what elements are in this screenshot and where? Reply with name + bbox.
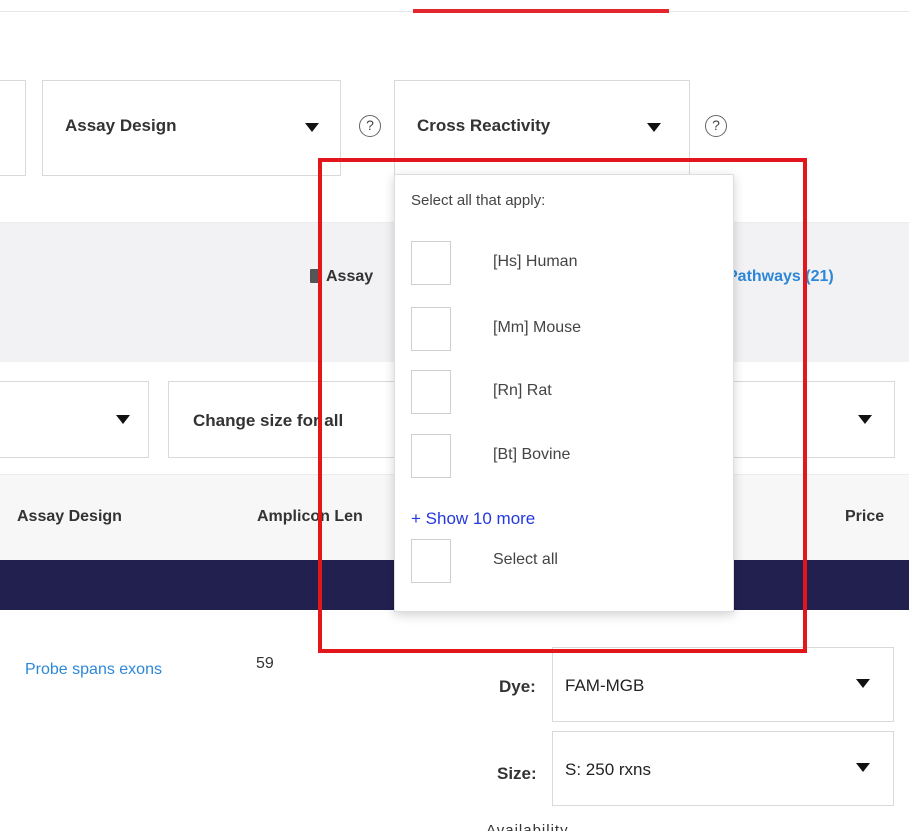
help-icon[interactable]: ? <box>359 115 381 137</box>
column-header-assay-design[interactable]: Assay Design <box>17 508 122 526</box>
chevron-down-icon <box>856 763 870 772</box>
dye-select[interactable]: FAM-MGB <box>552 647 894 722</box>
size-select-value: S: 250 rxns <box>565 760 651 779</box>
highlight-annotation <box>318 158 807 653</box>
dye-select-value: FAM-MGB <box>565 676 645 695</box>
availability-text: Availability <box>486 822 569 831</box>
sort-select[interactable] <box>0 381 149 458</box>
dye-label: Dye: <box>499 677 536 696</box>
column-header-price[interactable]: Price <box>845 508 884 526</box>
help-icon[interactable]: ? <box>705 115 727 137</box>
assay-design-filter[interactable]: Assay Design <box>42 80 341 176</box>
assay-design-link[interactable]: Probe spans exons <box>25 657 175 682</box>
chevron-down-icon <box>305 123 319 132</box>
filter-previous[interactable] <box>0 80 26 176</box>
chevron-down-icon <box>856 679 870 688</box>
chevron-down-icon <box>647 123 661 132</box>
chevron-down-icon <box>858 415 872 424</box>
active-tab-indicator <box>413 9 669 13</box>
size-select[interactable]: S: 250 rxns <box>552 731 894 806</box>
size-label: Size: <box>497 764 537 783</box>
cross-reactivity-filter-label: Cross Reactivity <box>417 116 551 135</box>
amplicon-length-value: 59 <box>256 655 274 672</box>
assay-design-filter-label: Assay Design <box>65 116 177 135</box>
chevron-down-icon <box>116 415 130 424</box>
